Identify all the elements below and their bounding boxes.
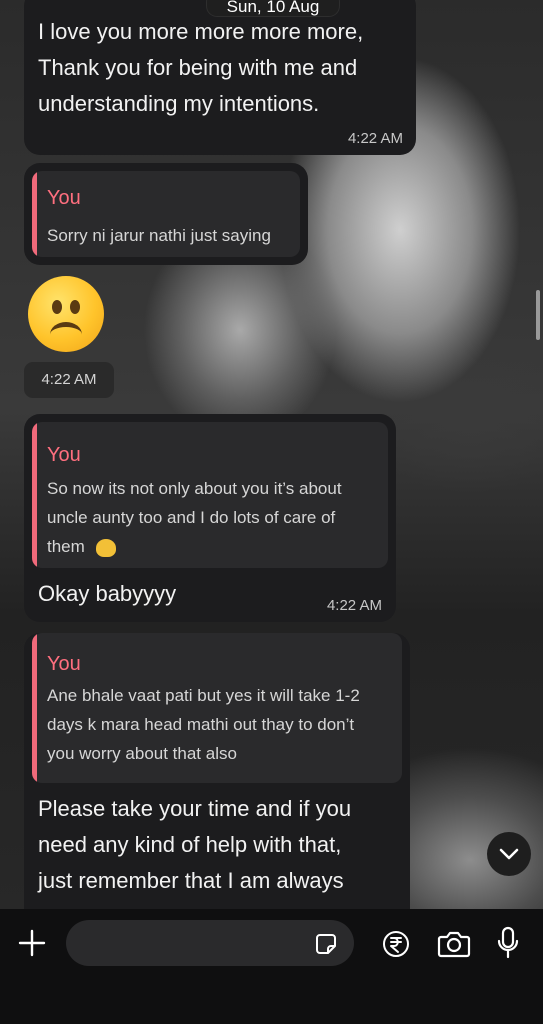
quoted-message[interactable]: You Sorry ni jarur nathi just saying	[32, 171, 300, 257]
quote-author: You	[47, 187, 81, 209]
quote-author: You	[47, 653, 81, 675]
rupee-icon[interactable]	[381, 929, 411, 959]
emoji-eye	[70, 300, 80, 314]
quote-text-line: them	[47, 532, 376, 561]
scroll-to-bottom-button[interactable]	[487, 832, 531, 876]
plus-icon[interactable]	[16, 927, 48, 959]
quoted-message[interactable]: You Ane bhale vaat pati but yes it will …	[32, 633, 402, 783]
emoji-mouth	[50, 322, 82, 347]
message-text-line: Thank you for being with me and	[38, 55, 358, 80]
message-bubble-received[interactable]: You Sorry ni jarur nathi just saying	[24, 163, 308, 265]
quote-accent-bar	[32, 633, 37, 783]
message-text: Okay babyyyy	[38, 581, 177, 606]
message-input[interactable]	[66, 920, 354, 966]
message-text-line: need any kind of help with that,	[38, 832, 342, 857]
melting-face-icon	[95, 538, 116, 557]
frowning-face-emoji[interactable]	[28, 276, 104, 352]
microphone-icon[interactable]	[494, 925, 522, 961]
camera-icon[interactable]	[436, 929, 472, 959]
quote-text-line: uncle aunty too and I do lots of care of	[47, 508, 336, 527]
quote-text-line: days k mara head mathi out thay to don’t	[47, 715, 355, 734]
message-text-line: Please take your time and if you	[38, 796, 352, 821]
sticker-icon[interactable]	[312, 930, 340, 958]
quote-text: them	[47, 537, 85, 556]
scroll-indicator[interactable]	[536, 290, 540, 340]
quote-accent-bar	[32, 422, 37, 568]
quote-text-line: Ane bhale vaat pati but yes it will take…	[47, 686, 360, 705]
message-bubble-received[interactable]: I love you more more more more, Thank yo…	[24, 0, 416, 155]
message-time: 4:22 AM	[347, 130, 403, 147]
emoji-eye	[52, 300, 62, 314]
quote-text: Sorry ni jarur nathi just saying	[47, 226, 271, 245]
message-bubble-received[interactable]: You Ane bhale vaat pati but yes it will …	[24, 633, 410, 953]
quoted-message[interactable]: You So now its not only about you it’s a…	[32, 422, 388, 568]
message-text-line: just remember that I am always	[38, 868, 344, 893]
chevron-down-icon	[499, 848, 519, 860]
message-time: 4:22 AM	[24, 362, 114, 398]
message-composer	[0, 909, 543, 1024]
quote-text-line: So now its not only about you it’s about	[47, 479, 342, 498]
quote-author: You	[47, 444, 81, 466]
date-header: Sun, 10 Aug	[207, 0, 339, 16]
message-bubble-received[interactable]: You So now its not only about you it’s a…	[24, 414, 396, 622]
quote-accent-bar	[32, 171, 37, 257]
message-text-line: understanding my intentions.	[38, 91, 320, 116]
message-time: 4:22 AM	[326, 597, 382, 614]
message-text-line: I love you more more more more,	[38, 19, 364, 44]
quote-text-line: you worry about that also	[47, 744, 237, 763]
